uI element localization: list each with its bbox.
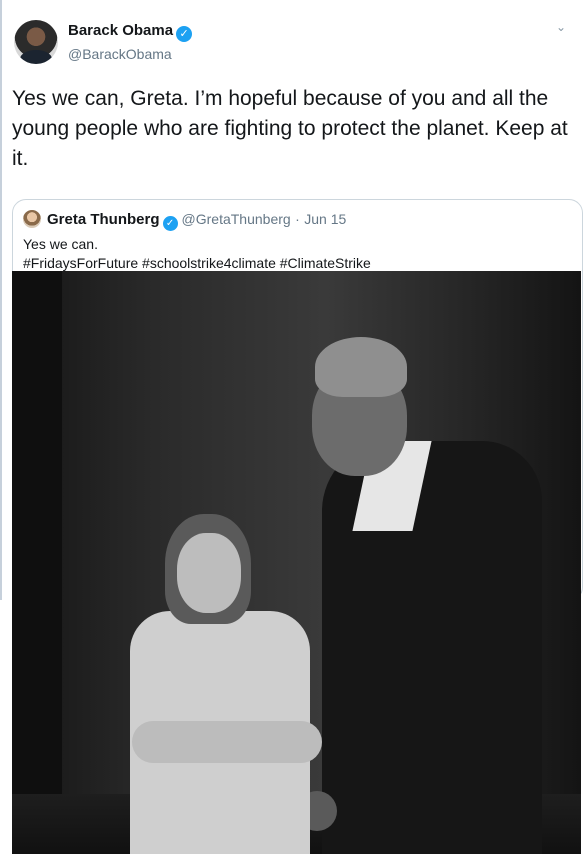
quoted-text-line: Yes we can.: [23, 236, 98, 252]
author-name[interactable]: Barack Obama: [68, 22, 173, 39]
quoted-avatar: [23, 210, 41, 228]
tweet-header: Barack Obama ✓ @BarackObama ⌄: [14, 18, 574, 68]
quoted-tweet-text: Yes we can. #FridaysForFuture #schoolstr…: [23, 235, 371, 273]
quoted-author-name: Greta Thunberg: [47, 211, 160, 228]
avatar[interactable]: [14, 20, 58, 64]
verified-badge-icon: ✓: [176, 26, 193, 42]
girl-arms: [132, 721, 322, 763]
quoted-author-handle: @GretaThunberg: [181, 211, 291, 227]
author-block: Barack Obama ✓ @BarackObama: [68, 22, 193, 62]
girl-head: [177, 533, 241, 613]
tweet-photo[interactable]: [12, 271, 581, 854]
verified-badge-icon: ✓: [162, 216, 178, 231]
author-handle[interactable]: @BarackObama: [68, 46, 192, 62]
tweet-text: Yes we can, Greta. I’m hopeful because o…: [12, 87, 568, 170]
quoted-tweet-header: Greta Thunberg ✓ @GretaThunberg · Jun 15: [23, 210, 346, 231]
chevron-down-icon[interactable]: ⌄: [554, 20, 568, 34]
photo-shadow: [12, 271, 62, 854]
man-hair: [315, 337, 407, 397]
man-figure: [322, 441, 542, 854]
tweet: Barack Obama ✓ @BarackObama ⌄ Yes we can,…: [0, 0, 585, 854]
quoted-date[interactable]: Jun 15: [304, 211, 346, 227]
separator-dot: ·: [295, 211, 300, 227]
